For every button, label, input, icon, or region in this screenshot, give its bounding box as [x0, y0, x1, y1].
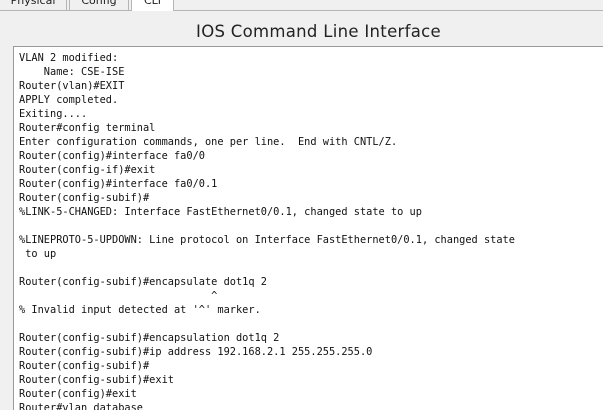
- terminal-line: Router(config)#exit: [19, 388, 137, 400]
- tab-physical[interactable]: Physical: [0, 0, 67, 10]
- terminal-line: Router(config-subif)#exit: [19, 374, 174, 386]
- terminal-output: VLAN 2 modified: Name: CSE-ISE Router(vl…: [19, 51, 515, 410]
- terminal-console[interactable]: VLAN 2 modified: Name: CSE-ISE Router(vl…: [13, 46, 603, 410]
- terminal-line: APPLY completed.: [19, 94, 119, 106]
- terminal-line: to up: [19, 248, 57, 260]
- cli-window: Physical Config CLI IOS Command Line Int…: [0, 0, 603, 410]
- tab-bar: Physical Config CLI: [0, 0, 603, 11]
- terminal-line: Router(config-subif)#encapsulate dot1q 2: [19, 276, 267, 288]
- page-title: IOS Command Line Interface: [196, 22, 441, 41]
- terminal-line: Router(config-subif)#encapsulation dot1q…: [19, 332, 280, 344]
- terminal-line: Router#config terminal: [19, 122, 156, 134]
- terminal-line: Enter configuration commands, one per li…: [19, 136, 398, 148]
- tab-cli[interactable]: CLI: [131, 0, 174, 11]
- terminal-line: Router(config-subif)#: [19, 360, 150, 372]
- terminal-line: Exiting....: [19, 108, 88, 120]
- terminal-line: Name: CSE-ISE: [19, 66, 125, 78]
- terminal-line: Router(config)#interface fa0/0: [19, 150, 205, 162]
- terminal-line: VLAN 2 modified:: [19, 52, 119, 64]
- terminal-line: Router(config-subif)#ip address 192.168.…: [19, 346, 373, 358]
- terminal-line: Router(config-if)#exit: [19, 164, 156, 176]
- terminal-line: % Invalid input detected at '^' marker.: [19, 304, 261, 316]
- terminal-line: %LINEPROTO-5-UPDOWN: Line protocol on In…: [19, 234, 515, 246]
- terminal-line: Router(vlan)#EXIT: [19, 80, 125, 92]
- terminal-line: ^: [19, 290, 218, 302]
- terminal-line: %LINK-5-CHANGED: Interface FastEthernet0…: [19, 206, 422, 218]
- terminal-line: Router(config)#interface fa0/0.1: [19, 178, 218, 190]
- tab-config[interactable]: Config: [69, 0, 129, 10]
- terminal-line: Router(config-subif)#: [19, 192, 150, 204]
- terminal-line: Router#vlan database: [19, 402, 143, 410]
